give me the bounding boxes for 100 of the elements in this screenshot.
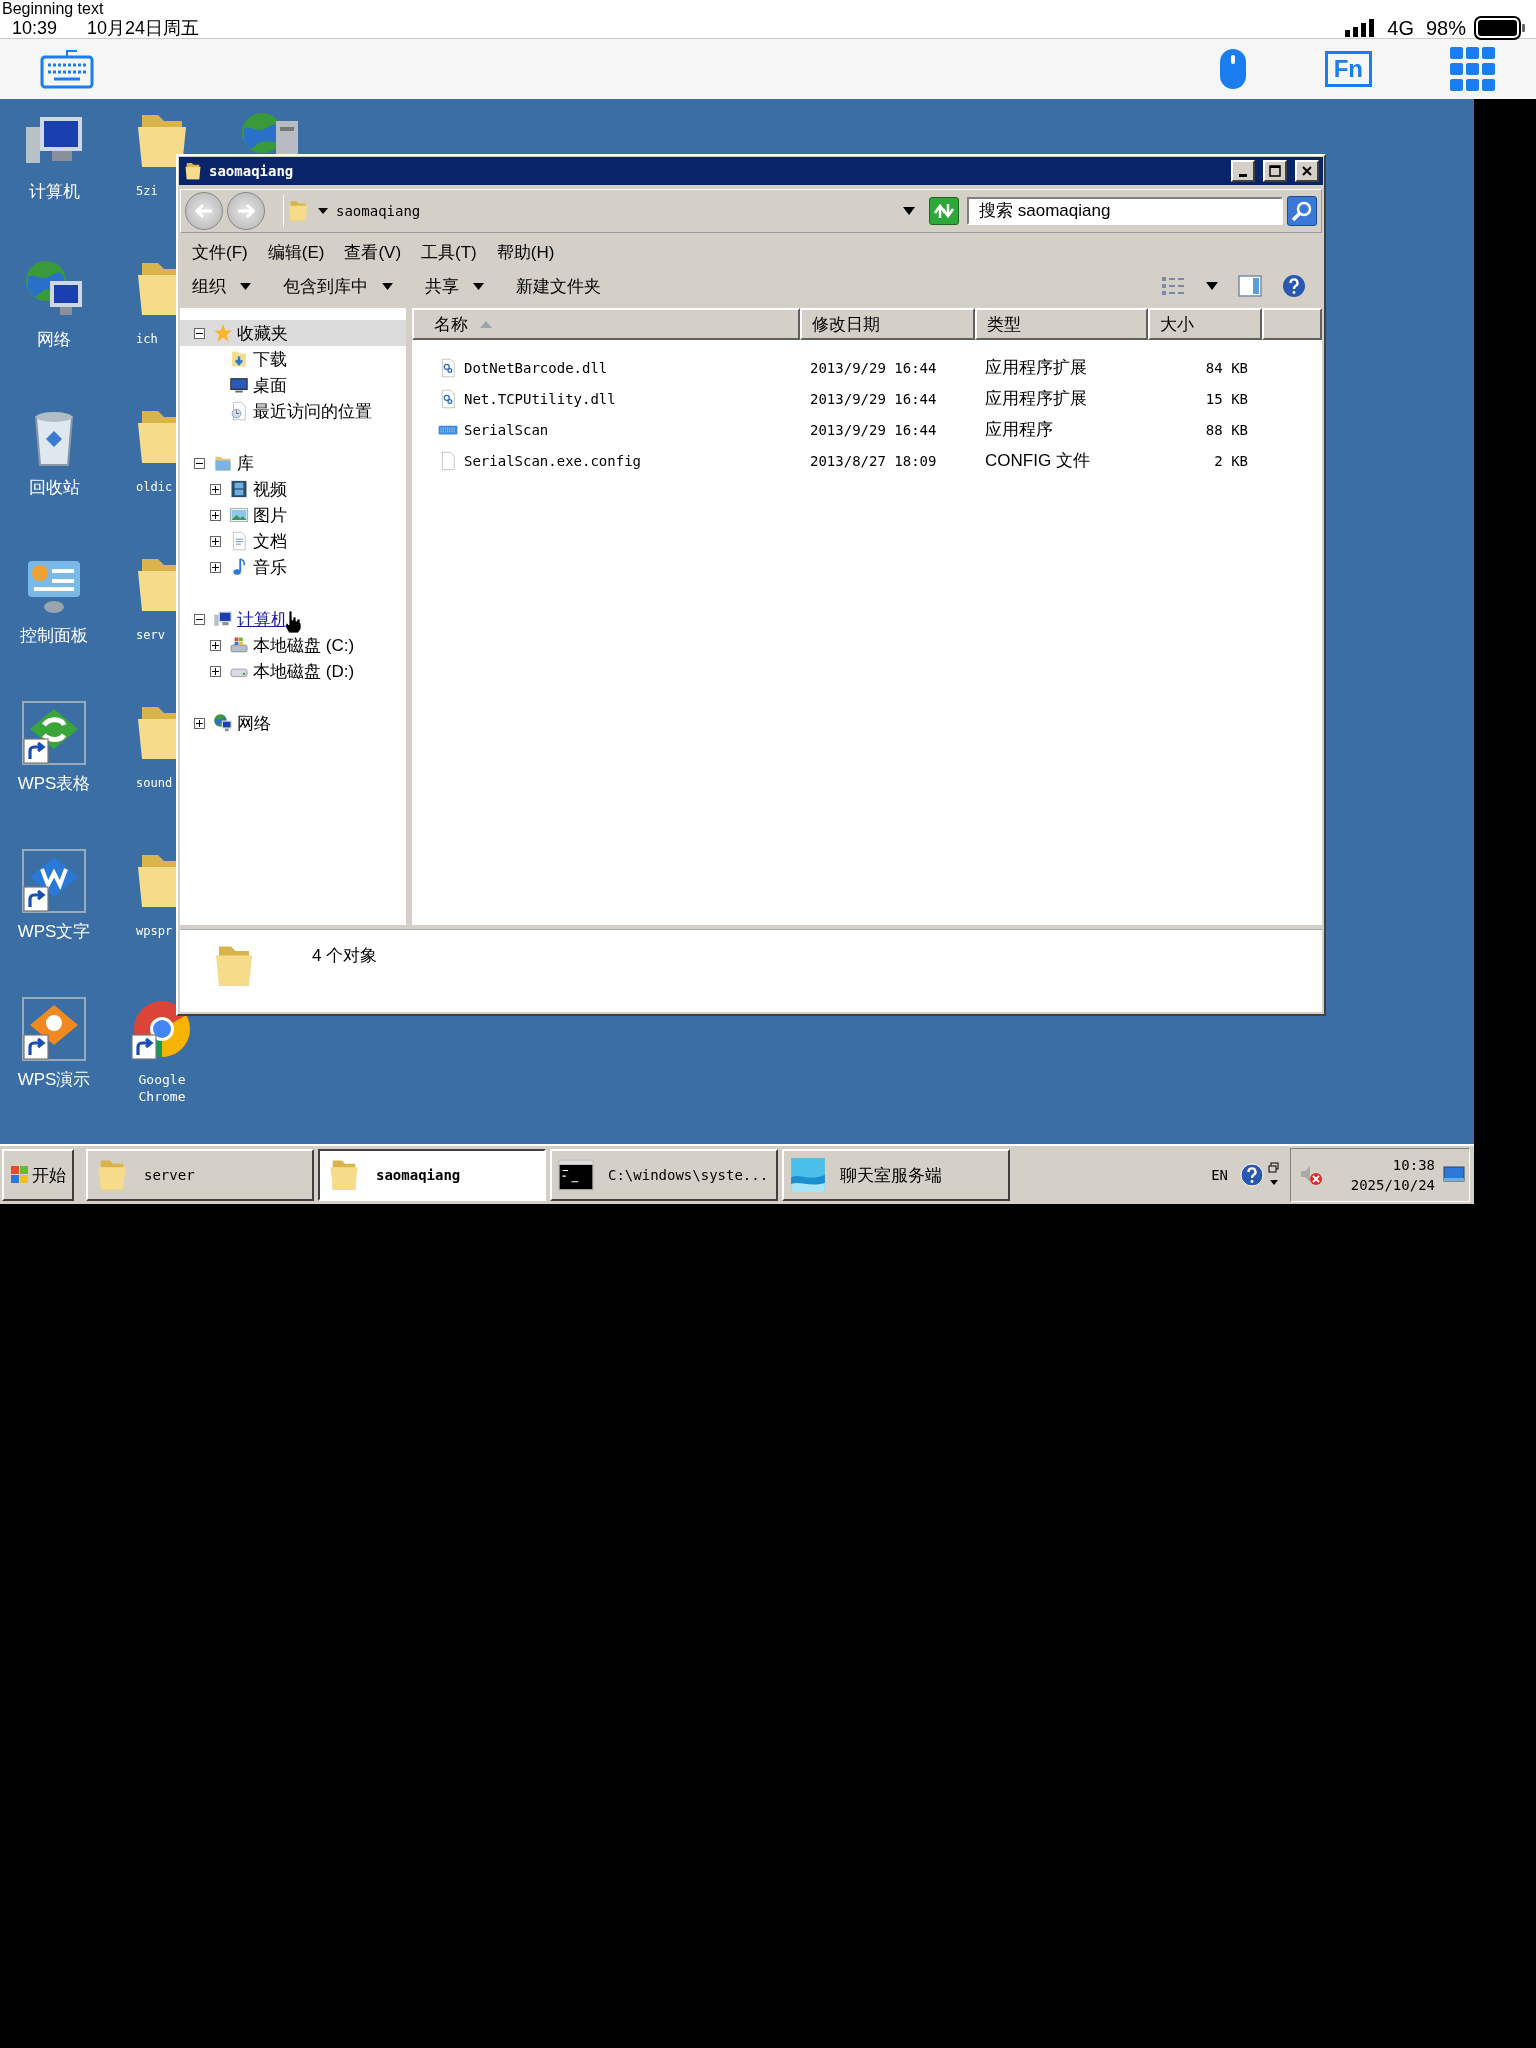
desktop-icon-label[interactable]: 控制面板 (4, 627, 104, 644)
expand-toggle[interactable] (210, 561, 221, 573)
expand-toggle[interactable] (210, 665, 221, 677)
command-button[interactable]: 组织 (186, 270, 257, 302)
collapse-toggle[interactable] (194, 613, 205, 625)
table-cell: 84 KB (1205, 359, 1248, 376)
desktop-icon-label[interactable]: WPS演示 (4, 1071, 104, 1088)
tree-item[interactable]: 最近访问的位置 (253, 399, 372, 423)
search-field[interactable]: 搜索 saomaqiang (967, 197, 1283, 225)
tree-item[interactable]: 本地磁盘 (D:) (253, 659, 355, 683)
file-name[interactable]: SerialScan (464, 421, 549, 438)
menu-item[interactable]: 文件(F) (190, 238, 250, 266)
tree-item[interactable]: 视频 (253, 477, 287, 501)
desktop-icon-label[interactable]: 回收站 (4, 479, 104, 496)
signal-icon (1345, 19, 1376, 37)
menu-item[interactable]: 编辑(E) (265, 238, 327, 266)
expand-toggle[interactable] (194, 717, 205, 729)
desktop-icon-label[interactable]: ich (136, 331, 158, 348)
menu-item[interactable]: 查看(V) (342, 238, 404, 266)
column-header[interactable]: 修改日期 (800, 308, 975, 340)
desktop-icon-label[interactable]: Google Chrome (127, 1071, 197, 1105)
tree-item[interactable]: 收藏夹 (237, 321, 288, 345)
tree-item[interactable]: 本地磁盘 (C:) (253, 633, 355, 657)
fn-key[interactable]: Fn (1324, 51, 1372, 87)
column-header[interactable]: 大小 (1148, 308, 1262, 340)
minimize-button[interactable] (1231, 160, 1255, 182)
expand-toggle[interactable] (210, 639, 221, 651)
language-indicator[interactable]: EN (1211, 1167, 1228, 1183)
table-cell: 15 KB (1205, 390, 1248, 407)
tree-item[interactable]: 文档 (253, 529, 287, 553)
table-cell: 2013/9/29 16:44 (810, 359, 937, 376)
tree-item[interactable]: 下载 (253, 347, 287, 371)
expand-toggle[interactable] (210, 535, 221, 547)
desktop-icon-label[interactable]: sound (136, 775, 173, 792)
file-name[interactable]: DotNetBarcode.dll (464, 359, 608, 376)
column-header[interactable]: 名称 (412, 308, 800, 340)
desktop-icon-label[interactable]: 网络 (4, 331, 104, 348)
desktop-icon-label[interactable]: WPS文字 (4, 923, 104, 940)
column-header[interactable] (1262, 308, 1322, 340)
search-button[interactable] (1287, 196, 1317, 226)
tree-item[interactable]: 计算机 (237, 607, 288, 631)
menu-item[interactable]: 工具(T) (419, 238, 479, 266)
desktop-icon-label[interactable]: 5zi (136, 183, 158, 200)
overlay-text: Beginning text (2, 0, 104, 17)
taskbar-button[interactable]: server (86, 1149, 314, 1201)
forward-button[interactable] (227, 192, 265, 230)
close-button[interactable] (1295, 160, 1319, 182)
refresh-arrows-icon (932, 201, 956, 221)
command-button[interactable]: 新建文件夹 (510, 270, 607, 302)
tree-item[interactable]: 网络 (237, 711, 271, 735)
back-button[interactable] (185, 192, 223, 230)
caret-icon[interactable] (1206, 282, 1218, 290)
tree-row-highlight[interactable]: 收藏夹 (180, 320, 406, 346)
mouse-icon[interactable] (1218, 48, 1247, 90)
table-cell-text: CONFIG 文件 (985, 450, 1090, 472)
desktop-icon-label[interactable]: oldic (136, 479, 173, 496)
desktop-icon-label[interactable]: serv (136, 627, 165, 644)
refresh-button[interactable] (929, 197, 959, 225)
help-icon[interactable] (1282, 274, 1306, 298)
table-cell: 2 KB (1214, 452, 1248, 469)
preview-pane-icon[interactable] (1238, 275, 1262, 297)
collapse-toggle[interactable] (194, 457, 205, 469)
tree-item[interactable]: 图片 (253, 503, 287, 527)
file-name[interactable]: Net.TCPUtility.dll (464, 390, 616, 407)
document-shortcut-icon (22, 849, 86, 913)
keyboard-icon[interactable] (40, 49, 94, 89)
clock-time[interactable]: 10:38 (1392, 1155, 1435, 1175)
command-button[interactable]: 包含到库中 (277, 270, 399, 302)
film-icon (229, 479, 249, 499)
table-cell-text: 应用程序扩展 (985, 388, 1087, 410)
taskbar-button[interactable]: saomaqiang (318, 1149, 546, 1201)
search-icon (1290, 199, 1314, 223)
tree-item[interactable]: 桌面 (253, 373, 287, 397)
clock-document-icon (229, 401, 249, 421)
command-button[interactable]: 共享 (419, 270, 490, 302)
maximize-icon (1268, 164, 1282, 178)
caret-icon[interactable] (903, 207, 915, 215)
tree-item[interactable]: 音乐 (253, 555, 287, 579)
desktop-icon-label[interactable]: wpspr (136, 923, 173, 940)
console-icon (558, 1157, 594, 1193)
column-header[interactable]: 类型 (975, 308, 1148, 340)
desktop-icon-label[interactable]: 计算机 (4, 183, 104, 200)
start-button[interactable]: 开始 (2, 1149, 74, 1201)
maximize-button[interactable] (1263, 160, 1287, 182)
show-desktop-icon[interactable] (1443, 1166, 1465, 1184)
caret-icon[interactable] (318, 208, 328, 214)
collapse-toggle[interactable] (194, 327, 205, 339)
expand-toggle[interactable] (210, 509, 221, 521)
status-time: 10:39 (12, 17, 58, 39)
desktop-icon-label[interactable]: WPS表格 (4, 775, 104, 792)
taskbar-button[interactable]: C:\windows\syste... (550, 1149, 778, 1201)
clock-date[interactable]: 2025/10/24 (1350, 1175, 1435, 1195)
taskbar-button[interactable]: 聊天室服务端 (782, 1149, 1010, 1201)
expand-toggle[interactable] (210, 483, 221, 495)
help-icon[interactable] (1240, 1163, 1264, 1187)
file-name[interactable]: SerialScan.exe.config (464, 452, 641, 469)
muted-speaker-icon[interactable] (1299, 1164, 1323, 1186)
tree-item[interactable]: 库 (237, 451, 254, 475)
grid-icon[interactable] (1450, 47, 1496, 91)
menu-item[interactable]: 帮助(H) (494, 238, 557, 266)
